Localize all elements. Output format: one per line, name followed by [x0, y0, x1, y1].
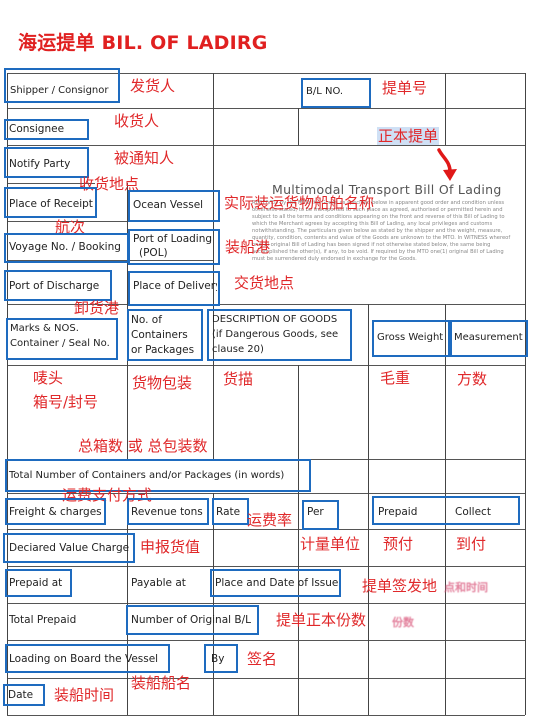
- description-label-line2: (if Dangerous Goods, see: [212, 329, 339, 340]
- grid-line: [7, 108, 525, 109]
- ocean-vessel-annotation: 实际装运货物船舶名称: [224, 194, 375, 212]
- marks-label-line2: Container / Seal No.: [10, 338, 110, 349]
- description-label-line1: DESCRIPTION OF GOODS: [212, 314, 338, 325]
- port-of-discharge-annotation: 卸货港: [74, 299, 120, 317]
- shipper-annotation: 发货人: [130, 77, 176, 95]
- port-of-loading-sublabel: (POL): [139, 247, 168, 259]
- measurement-annotation: 方数: [457, 370, 488, 388]
- place-of-delivery-label: Place of Delivery: [133, 280, 217, 292]
- prepaid-label: Prepaid: [378, 506, 418, 518]
- declared-value-annotation: 申报货值: [140, 538, 201, 556]
- place-date-issue-annotation: 提单签发地: [362, 577, 438, 595]
- description-label-line3: clause 20): [212, 344, 264, 355]
- per-label: Per: [307, 506, 324, 518]
- original-bl-highlight: 正本提单: [377, 127, 440, 145]
- grid-line: [7, 640, 525, 641]
- containers-label-line3: or Packages: [131, 344, 195, 356]
- containers-label-line2: Containers: [131, 329, 188, 341]
- place-date-issue-label: Place and Date of Issue: [215, 577, 339, 589]
- payable-at-label[interactable]: Payable at: [131, 576, 186, 590]
- grid-line: [7, 603, 525, 604]
- vessel-name-annotation: 装船船名: [131, 674, 192, 692]
- place-of-receipt-label: Place of Receipt: [9, 198, 93, 210]
- count-stamp: 份数: [392, 616, 414, 629]
- gross-weight-annotation: 毛重: [380, 369, 411, 387]
- shipper-label: Shipper / Consignor: [10, 85, 109, 96]
- freight-charges-label: Freight & charges: [9, 506, 102, 518]
- total-prepaid-label[interactable]: Total Prepaid: [9, 613, 76, 627]
- marks-annotation-line1: 唛头: [33, 369, 64, 387]
- by-label: By: [211, 653, 225, 665]
- grid-line: [7, 715, 525, 716]
- prepaid-annotation: 预付: [383, 535, 414, 553]
- place-of-delivery-annotation: 交货地点: [234, 274, 295, 292]
- grid-line: [213, 493, 214, 715]
- per-annotation: 计量单位: [300, 535, 361, 553]
- grid-line: [445, 73, 446, 145]
- arrow-down-icon: [437, 148, 457, 181]
- loading-on-board-label: Loading on Board the Vessel: [9, 653, 159, 665]
- bl-no-label: B/L NO.: [306, 86, 344, 97]
- grid-line: [127, 493, 128, 715]
- number-original-bl-label: Number of Original B/L: [131, 614, 251, 626]
- voyage-no-label: Voyage No. / Booking: [9, 241, 121, 253]
- measurement-label: Measurement: [454, 332, 523, 343]
- page-title: 海运提单 BIL. OF LADIRG: [18, 32, 268, 54]
- loading-time-annotation: 装船时间: [54, 686, 115, 704]
- notify-party-label: Notify Party: [9, 158, 71, 170]
- rate-annotation: 运费率: [247, 511, 293, 529]
- number-original-annotation: 提单正本份数: [276, 611, 367, 629]
- total-number-label: Total Number of Containers and/or Packag…: [9, 470, 285, 481]
- gross-weight-label: Gross Weight: [377, 332, 444, 343]
- collect-annotation: 到付: [456, 535, 487, 553]
- marks-label-line1: Marks & NOS.: [10, 323, 79, 334]
- total-number-annotation: 总箱数 或 总包装数: [78, 437, 208, 455]
- packages-annotation: 货物包装: [132, 374, 193, 392]
- prepaid-at-label: Prepaid at: [9, 577, 63, 589]
- bl-no-annotation: 提单号: [382, 79, 428, 97]
- date-label: Date: [8, 689, 34, 701]
- notify-party-annotation: 被通知人: [114, 149, 175, 167]
- port-of-discharge-label: Port of Discharge: [9, 280, 100, 292]
- grid-line: [7, 529, 525, 530]
- description-annotation: 货描: [223, 370, 254, 388]
- grid-line: [298, 108, 299, 145]
- grid-line: [525, 73, 526, 715]
- ocean-vessel-label: Ocean Vessel: [133, 199, 204, 211]
- revenue-tons-label: Revenue tons: [131, 506, 203, 518]
- original-bl-annotation: 正本提单: [377, 127, 440, 145]
- grid-line: [7, 365, 525, 366]
- port-of-loading-annotation: 装船港: [225, 238, 271, 256]
- containers-label-line1: No. of: [131, 314, 162, 326]
- consignee-annotation: 收货人: [114, 112, 160, 130]
- issue-stamp: 点和时间: [444, 581, 488, 594]
- rate-label: Rate: [216, 506, 241, 518]
- grid-line: [298, 365, 299, 715]
- port-of-loading-label: Port of Loading: [133, 233, 213, 245]
- grid-line: [7, 566, 525, 567]
- grid-line: [7, 145, 525, 146]
- grid-line: [7, 678, 525, 679]
- grid-line: [213, 73, 214, 304]
- grid-line: [368, 304, 369, 715]
- consignee-label: Consignee: [9, 123, 65, 135]
- declared-value-label: Deciared Value Charge: [9, 542, 130, 554]
- marks-annotation-line2: 箱号/封号: [33, 393, 99, 411]
- collect-label: Collect: [455, 506, 491, 518]
- signature-annotation: 签名: [247, 650, 278, 668]
